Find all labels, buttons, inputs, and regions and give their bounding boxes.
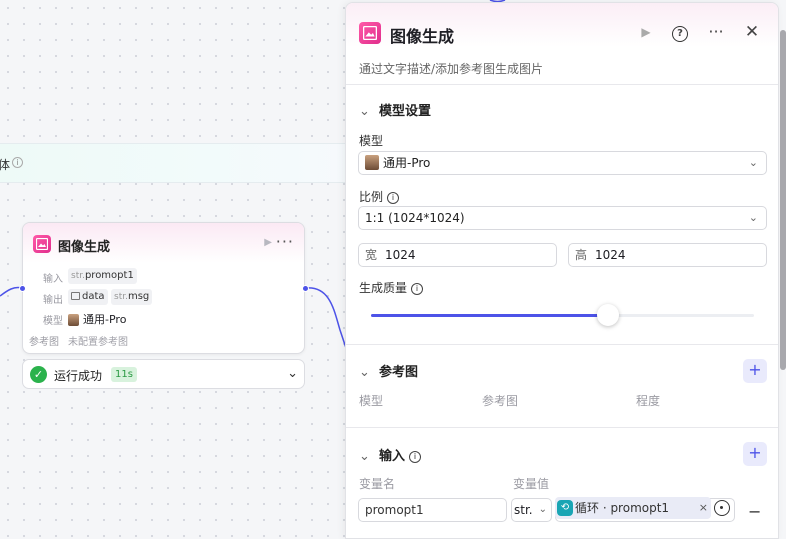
section-title: 输入: [379, 449, 406, 464]
add-reference-button[interactable]: +: [743, 359, 767, 383]
quality-slider[interactable]: [371, 304, 754, 326]
slider-handle[interactable]: [597, 304, 620, 326]
chevron-down-icon: ⌄: [748, 156, 758, 169]
model-avatar: [365, 155, 379, 170]
variable-name-input[interactable]: promopt1: [358, 498, 507, 522]
panel-header: 图像生成 ▶ ? ··· ✕ 通过文字描述/添加参考图生成图片: [346, 3, 778, 83]
panel-scrollbar[interactable]: [780, 30, 786, 370]
node-output-row: 输出 data str.msg: [23, 288, 304, 309]
node-title: 图像生成: [58, 240, 111, 255]
variable-reference-chip[interactable]: ⟲ 循环 · promopt1 ×: [555, 497, 711, 519]
add-input-button[interactable]: +: [743, 442, 767, 466]
width-input[interactable]: 宽 1024: [358, 243, 557, 267]
height-input[interactable]: 高 1024: [568, 243, 767, 267]
section-inputs[interactable]: ⌄ 输入 i: [359, 445, 422, 464]
outgoing-wire: [305, 287, 351, 361]
chevron-down-icon: ⌄: [748, 211, 758, 224]
node-settings-panel: 图像生成 ▶ ? ··· ✕ 通过文字描述/添加参考图生成图片 ⌄ 模型设置 模型…: [345, 2, 779, 539]
target-dot: [720, 506, 723, 509]
chevron-down-icon[interactable]: ⌄: [359, 104, 371, 119]
remove-input-button[interactable]: −: [748, 502, 761, 521]
image-generation-node[interactable]: 图像生成 ▶ ··· 输入 str.promopt1 输出 data str.m…: [22, 222, 305, 354]
section-title: 参考图: [379, 365, 419, 380]
divider: [346, 84, 778, 85]
reference-col-image: 参考图: [482, 394, 519, 408]
divider: [346, 427, 778, 428]
width-value: 1024: [385, 248, 416, 262]
model-label: 模型: [43, 316, 63, 327]
status-text: 运行成功: [54, 369, 103, 383]
more-icon[interactable]: ···: [705, 21, 727, 43]
clear-icon[interactable]: ×: [699, 497, 708, 519]
inputs-col-name: 变量名: [359, 477, 396, 491]
output-label: 输出: [43, 295, 63, 306]
loop-icon: ⟲: [557, 500, 573, 516]
play-icon[interactable]: ▶: [635, 21, 657, 43]
play-icon[interactable]: ▶: [264, 237, 272, 248]
info-icon[interactable]: i: [411, 283, 424, 295]
input-label: 输入: [43, 274, 63, 285]
node-input-row: 输入 str.promopt1: [23, 267, 304, 288]
output-var-msg: msg: [127, 291, 150, 302]
inputs-col-value: 变量值: [513, 477, 550, 491]
model-field-label: 模型: [359, 134, 384, 148]
target-icon[interactable]: [714, 500, 730, 516]
node-header: 图像生成 ▶ ···: [23, 223, 304, 263]
image-generation-icon: [359, 22, 381, 44]
type-prefix: str.: [71, 271, 85, 281]
input-port[interactable]: [19, 285, 26, 292]
image-icon: [71, 292, 80, 300]
reference-label: 参考图: [29, 337, 59, 348]
image-generation-icon: [33, 235, 51, 253]
output-var-data: data: [82, 291, 105, 302]
ratio-label-text: 比例: [359, 190, 384, 204]
ratio-select[interactable]: 1:1 (1024*1024) ⌄: [358, 206, 767, 230]
more-icon[interactable]: ···: [276, 232, 294, 251]
model-select-value: 通用-Pro: [383, 156, 431, 170]
output-tag-msg: str.msg: [111, 289, 153, 305]
close-icon[interactable]: ✕: [741, 21, 763, 43]
variable-type-select[interactable]: str. ⌄: [511, 498, 552, 522]
help-icon[interactable]: ?: [669, 21, 691, 43]
reference-value: 未配置参考图: [68, 337, 128, 348]
width-prefix: 宽: [365, 248, 378, 262]
quality-label-text: 生成质量: [359, 281, 408, 295]
section-title: 模型设置: [379, 104, 432, 119]
output-port[interactable]: [302, 285, 309, 292]
quality-field-label: 生成质量 i: [359, 279, 424, 296]
panel-description: 通过文字描述/添加参考图生成图片: [359, 62, 544, 76]
model-name: 通用-Pro: [83, 313, 127, 326]
chevron-down-icon[interactable]: ⌄: [287, 366, 298, 381]
height-value: 1024: [595, 248, 626, 262]
model-value: 通用-Pro: [68, 311, 126, 327]
height-prefix: 高: [575, 248, 588, 262]
reference-col-model: 模型: [359, 394, 384, 408]
divider: [346, 344, 778, 345]
chevron-down-icon[interactable]: ⌄: [359, 365, 371, 380]
reference-text: 循环 · promopt1: [575, 501, 670, 515]
info-icon[interactable]: i: [387, 192, 400, 204]
run-status-bar[interactable]: ✓ 运行成功 11s ⌄: [22, 359, 305, 389]
ratio-field-label: 比例 i: [359, 188, 400, 205]
input-var: promopt1: [84, 270, 134, 281]
ratio-select-value: 1:1 (1024*1024): [365, 211, 465, 225]
type-prefix: str.: [114, 292, 128, 302]
panel-title: 图像生成: [390, 27, 455, 46]
model-avatar: [68, 314, 79, 326]
type-value: str.: [514, 503, 533, 517]
section-reference[interactable]: ⌄ 参考图: [359, 361, 418, 380]
input-tag: str.promopt1: [68, 268, 137, 284]
reference-col-degree: 程度: [636, 394, 661, 408]
slider-fill: [371, 314, 609, 317]
section-model-settings[interactable]: ⌄ 模型设置: [359, 100, 431, 119]
success-check-icon: ✓: [30, 366, 47, 383]
chevron-down-icon[interactable]: ⌄: [359, 449, 371, 464]
duration-badge: 11s: [111, 367, 137, 382]
model-select[interactable]: 通用-Pro ⌄: [358, 151, 767, 175]
output-tag-data: data: [68, 289, 108, 305]
chevron-down-icon: ⌄: [538, 504, 547, 515]
node-reference-row: 参考图 未配置参考图: [23, 330, 304, 351]
info-icon[interactable]: i: [409, 451, 422, 463]
node-model-row: 模型 通用-Pro: [23, 309, 304, 330]
